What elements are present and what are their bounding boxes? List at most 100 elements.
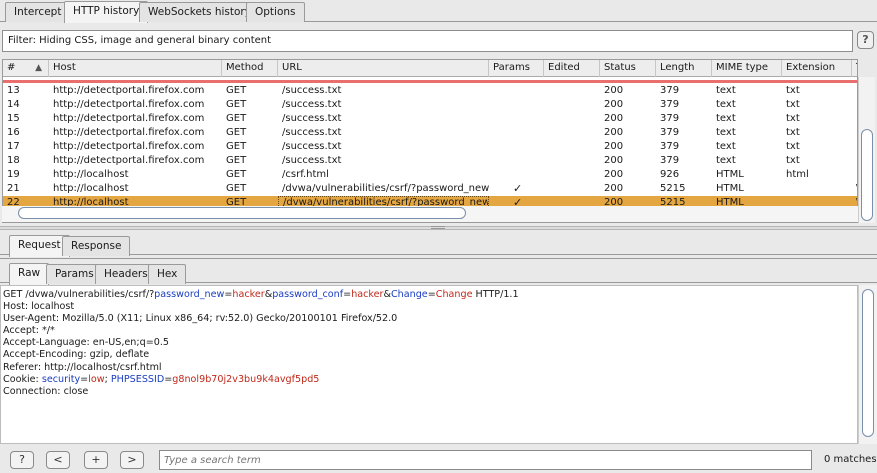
tab-request[interactable]: Request — [9, 235, 70, 257]
filter-bar[interactable]: Filter: Hiding CSS, image and general bi… — [2, 30, 853, 52]
cell-number: 13 — [7, 85, 20, 96]
help-button[interactable]: ? — [10, 451, 34, 469]
col-header-params[interactable]: Params — [489, 60, 544, 77]
cell-extension: txt — [786, 85, 800, 96]
cell-url: /success.txt — [282, 85, 342, 96]
cell-url: /success.txt — [282, 113, 342, 124]
col-header-title[interactable]: T — [852, 60, 857, 77]
header-host: Host: localhost — [3, 301, 75, 313]
next-match-button[interactable]: > — [120, 451, 144, 469]
cell-params — [489, 126, 544, 140]
cell-host: http://detectportal.firefox.com — [53, 99, 205, 110]
request-line: GET /dvwa/vulnerabilities/csrf/?password… — [3, 289, 519, 300]
cell-url: /success.txt — [282, 99, 342, 110]
col-header-url[interactable]: URL — [278, 60, 489, 77]
cell-status: 200 — [604, 183, 624, 194]
table-row[interactable]: 14 http://detectportal.firefox.com GET/suc… — [3, 98, 857, 112]
tab-raw[interactable]: Raw — [9, 263, 50, 285]
cell-extension: txt — [786, 141, 800, 152]
cell-extension — [782, 182, 852, 196]
cell-length: 379 — [660, 85, 680, 96]
tab-websockets-history[interactable]: WebSockets history — [139, 2, 260, 22]
table-row[interactable]: 21 http://localhost GET/dvwa/vulnerabiliti… — [3, 182, 857, 196]
tab-intercept[interactable]: Intercept — [5, 2, 71, 22]
tab-http-history[interactable]: HTTP history — [64, 1, 149, 23]
cell-length: 379 — [660, 113, 680, 124]
search-input[interactable] — [159, 450, 812, 470]
table-vertical-scrollbar[interactable] — [858, 77, 875, 223]
cell-url: /csrf.html — [282, 169, 329, 180]
table-row[interactable]: 13 http://detectportal.firefox.com GET/suc… — [3, 84, 857, 98]
cell-params — [489, 98, 544, 112]
table-row[interactable]: 17 http://detectportal.firefox.com GET/suc… — [3, 140, 857, 154]
table-vertical-scroll-thumb[interactable] — [861, 129, 873, 221]
col-header-number[interactable]: # ▲ — [3, 60, 49, 77]
cell-url: /success.txt — [282, 141, 342, 152]
cell-number: 18 — [7, 155, 20, 166]
tab-hex[interactable]: Hex — [148, 264, 187, 284]
cell-length: 379 — [660, 127, 680, 138]
cell-params — [489, 168, 544, 182]
cell-host: http://detectportal.firefox.com — [53, 127, 205, 138]
col-header-mime-type[interactable]: MIME type — [712, 60, 782, 77]
header-accept-language: Accept-Language: en-US,en;q=0.5 — [3, 337, 169, 349]
cell-method: GET — [226, 169, 247, 180]
add-button[interactable]: + — [84, 451, 108, 469]
cell-number: 14 — [7, 99, 20, 110]
cell-edited — [544, 112, 600, 126]
tab-options[interactable]: Options — [246, 2, 305, 22]
tab-response[interactable]: Response — [62, 236, 131, 256]
cell-host: http://detectportal.firefox.com — [53, 155, 205, 166]
message-tab-bar: Request Response — [0, 234, 877, 257]
cell-status: 200 — [604, 85, 624, 96]
col-header-host[interactable]: Host — [49, 60, 222, 77]
editor-scroll-thumb[interactable] — [862, 289, 874, 437]
cell-number: 19 — [7, 169, 20, 180]
sort-ascending-icon: ▲ — [35, 63, 42, 73]
previous-match-button[interactable]: < — [46, 451, 70, 469]
cell-edited — [544, 168, 600, 182]
divider — [0, 258, 877, 259]
col-header-edited[interactable]: Edited — [544, 60, 600, 77]
cell-mime-type: text — [716, 85, 736, 96]
cell-params — [489, 112, 544, 126]
cell-host: http://detectportal.firefox.com — [53, 85, 205, 96]
header-accept-encoding: Accept-Encoding: gzip, deflate — [3, 349, 150, 361]
editor-vertical-scrollbar[interactable] — [858, 285, 877, 444]
table-row[interactable]: 16 http://detectportal.firefox.com GET/suc… — [3, 126, 857, 140]
table-row[interactable]: 15 http://detectportal.firefox.com GET/suc… — [3, 112, 857, 126]
table-row-partial[interactable] — [3, 77, 857, 83]
cell-number: 16 — [7, 127, 20, 138]
table-horizontal-scrollbar[interactable] — [2, 206, 858, 222]
table-horizontal-scroll-thumb[interactable] — [18, 207, 466, 219]
cell-mime-type: text — [716, 127, 736, 138]
request-editor[interactable]: GET /dvwa/vulnerabilities/csrf/?password… — [0, 285, 858, 444]
cell-mime-type: text — [716, 141, 736, 152]
cell-mime-type: text — [716, 113, 736, 124]
splitter-grip-icon[interactable] — [431, 226, 445, 229]
cell-method: GET — [226, 99, 247, 110]
table-row[interactable]: 19 http://localhost GET/csrf.html 200 926 HTM… — [3, 168, 857, 182]
cell-url: /success.txt — [282, 155, 342, 166]
cell-method: GET — [226, 183, 247, 194]
top-tab-bar: Intercept HTTP history WebSockets histor… — [0, 0, 877, 23]
header-cookie: Cookie: security=low; PHPSESSID=g8nol9b7… — [3, 373, 320, 385]
cell-method: GET — [226, 113, 247, 124]
header-connection: Connection: close — [3, 385, 89, 397]
cell-status: 200 — [604, 127, 624, 138]
col-header-length[interactable]: Length — [656, 60, 712, 77]
cell-method: GET — [226, 155, 247, 166]
cell-length: 379 — [660, 155, 680, 166]
filter-help-button[interactable]: ? — [857, 31, 874, 49]
cell-status: 200 — [604, 141, 624, 152]
cell-number: 21 — [7, 183, 20, 194]
cell-length: 5215 — [660, 183, 686, 194]
cell-url: /success.txt — [282, 127, 342, 138]
col-header-method[interactable]: Method — [222, 60, 278, 77]
table-row[interactable]: 18 http://detectportal.firefox.com GET/suc… — [3, 154, 857, 168]
cell-edited — [544, 126, 600, 140]
header-accept: Accept: */* — [3, 325, 55, 337]
cell-mime-type: text — [716, 155, 736, 166]
col-header-status[interactable]: Status — [600, 60, 656, 77]
col-header-extension[interactable]: Extension — [782, 60, 852, 77]
